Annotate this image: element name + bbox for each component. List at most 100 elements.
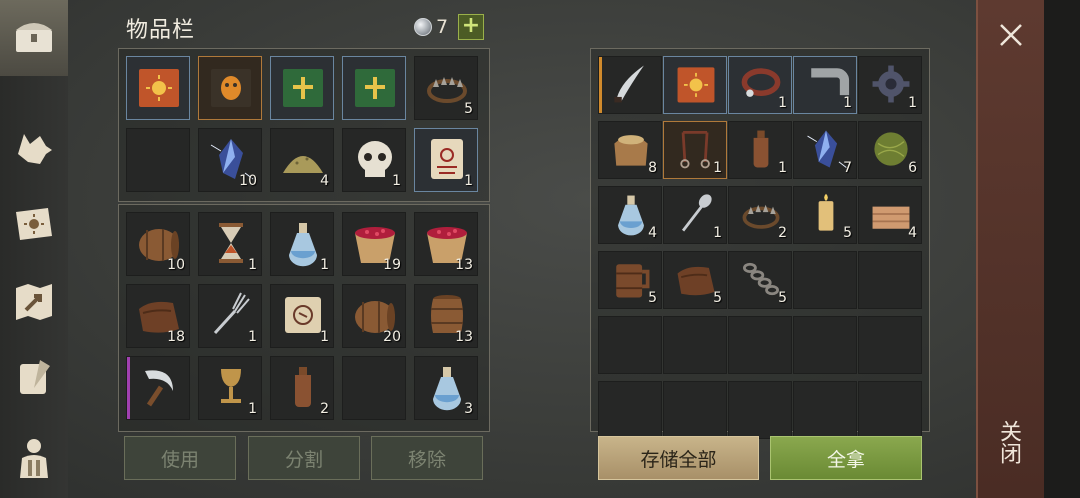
sidebar-item-journal[interactable] <box>6 196 62 252</box>
item-count: 5 <box>778 290 787 306</box>
sun-book-icon <box>139 69 179 107</box>
inventory-slot[interactable]: 13 <box>414 212 478 276</box>
gem-counter: 7 <box>414 16 448 38</box>
inventory-slot[interactable] <box>342 56 406 120</box>
storage-slot[interactable]: 1 <box>728 121 792 179</box>
storage-slot[interactable]: 4 <box>598 186 662 244</box>
inventory-slot[interactable] <box>126 128 190 192</box>
storage-slot[interactable]: 5 <box>728 251 792 309</box>
inventory-slot[interactable]: 1 <box>270 284 334 348</box>
item-count: 13 <box>455 257 473 273</box>
inventory-slot[interactable]: 10 <box>126 212 190 276</box>
inventory-slot[interactable] <box>126 56 190 120</box>
sun-book-nav-icon <box>16 208 52 240</box>
item-count: 20 <box>383 329 401 345</box>
green-cross-book-icon <box>355 69 395 107</box>
sidebar-item-chest[interactable] <box>6 8 62 64</box>
storage-slot[interactable] <box>728 316 792 374</box>
item-count: 1 <box>248 401 257 417</box>
storage-slot[interactable] <box>598 316 662 374</box>
close-label: 关闭 <box>996 420 1021 464</box>
take-all-button[interactable]: 全拿 <box>770 436 922 480</box>
storage-slot[interactable] <box>663 316 727 374</box>
item-count: 1 <box>713 225 722 241</box>
map-arrow-icon <box>16 284 52 320</box>
item-count: 3 <box>464 401 473 417</box>
storage-slot[interactable] <box>728 381 792 439</box>
inventory-slot[interactable]: 1 <box>198 212 262 276</box>
sidebar-item-map[interactable] <box>6 274 62 330</box>
storage-slot[interactable] <box>598 381 662 439</box>
chest-icon <box>16 23 52 52</box>
inventory-slot[interactable]: 10 <box>198 128 262 192</box>
item-count: 7 <box>843 160 852 176</box>
storage-slot[interactable] <box>858 251 922 309</box>
item-count: 10 <box>167 257 185 273</box>
storage-grid: 1 1 1 8 1 1 7 6 4 1 2 5 4 5 5 5 <box>598 56 922 439</box>
item-count: 5 <box>648 290 657 306</box>
item-count: 10 <box>239 173 257 189</box>
storage-slot[interactable] <box>663 56 727 114</box>
sidebar-item-wolf[interactable] <box>6 120 62 176</box>
storage-slot[interactable]: 5 <box>663 251 727 309</box>
storage-slot[interactable] <box>793 381 857 439</box>
storage-slot[interactable] <box>793 316 857 374</box>
inventory-slot[interactable]: 18 <box>126 284 190 348</box>
sidebar <box>0 0 68 498</box>
sickle-icon <box>145 370 173 407</box>
storage-slot[interactable] <box>858 381 922 439</box>
storage-slot[interactable]: 2 <box>728 186 792 244</box>
inventory-slot[interactable]: 1 <box>342 128 406 192</box>
storage-slot[interactable]: 1 <box>728 56 792 114</box>
inventory-slot[interactable]: 1 <box>414 128 478 192</box>
inventory-slot[interactable]: 13 <box>414 284 478 348</box>
inventory-slot[interactable]: 20 <box>342 284 406 348</box>
item-count: 6 <box>908 160 917 176</box>
inventory-slot[interactable]: 3 <box>414 356 478 420</box>
inventory-slot[interactable]: 4 <box>270 128 334 192</box>
storage-slot[interactable]: 1 <box>858 56 922 114</box>
storage-slot[interactable]: 5 <box>598 251 662 309</box>
item-count: 19 <box>383 257 401 273</box>
storage-slot[interactable] <box>793 251 857 309</box>
inventory-slot[interactable]: 2 <box>270 356 334 420</box>
inventory-slot[interactable]: 5 <box>414 56 478 120</box>
storage-slot[interactable] <box>858 316 922 374</box>
remove-button[interactable]: 移除 <box>371 436 483 480</box>
item-count: 4 <box>908 225 917 241</box>
inventory-title: 物品栏 <box>126 18 196 43</box>
inventory-slot[interactable] <box>342 356 406 420</box>
use-button[interactable]: 使用 <box>124 436 236 480</box>
item-count: 4 <box>320 173 329 189</box>
rarity-marker <box>127 357 130 419</box>
item-count: 5 <box>464 101 473 117</box>
gem-count: 7 <box>436 16 449 38</box>
storage-slot[interactable]: 1 <box>663 186 727 244</box>
add-gems-button[interactable]: + <box>458 14 484 40</box>
item-count: 8 <box>648 160 657 176</box>
storage-slot[interactable] <box>598 56 662 114</box>
close-icon[interactable] <box>996 20 1026 50</box>
storage-slot[interactable]: 1 <box>793 56 857 114</box>
split-button[interactable]: 分割 <box>248 436 360 480</box>
inventory-slot[interactable]: 1 <box>198 284 262 348</box>
storage-slot[interactable]: 8 <box>598 121 662 179</box>
storage-slot[interactable]: 1 <box>663 121 727 179</box>
storage-slot[interactable]: 5 <box>793 186 857 244</box>
inventory-slot[interactable] <box>270 56 334 120</box>
inventory-slot[interactable]: 1 <box>270 212 334 276</box>
storage-slot[interactable]: 4 <box>858 186 922 244</box>
item-count: 4 <box>648 225 657 241</box>
inventory-slot[interactable] <box>126 356 190 420</box>
store-all-button[interactable]: 存储全部 <box>598 436 759 480</box>
storage-slot[interactable]: 7 <box>793 121 857 179</box>
sidebar-item-character[interactable] <box>6 430 62 486</box>
inventory-slot[interactable] <box>198 56 262 120</box>
storage-slot[interactable]: 6 <box>858 121 922 179</box>
item-count: 1 <box>248 329 257 345</box>
storage-slot[interactable] <box>663 381 727 439</box>
inventory-slot[interactable]: 1 <box>198 356 262 420</box>
inventory-slot[interactable]: 19 <box>342 212 406 276</box>
item-count: 1 <box>908 95 917 111</box>
sidebar-item-quests[interactable] <box>6 350 62 406</box>
